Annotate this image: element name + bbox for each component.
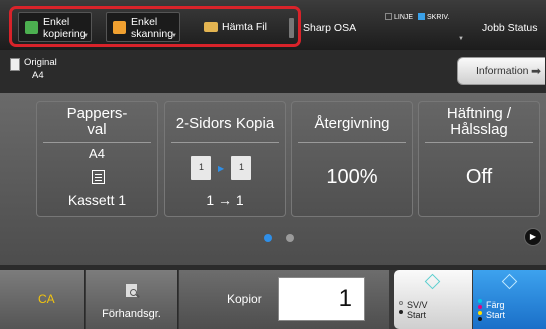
write-status-indicator [418,13,425,20]
tile-divider [171,142,279,143]
next-page-button[interactable]: ▶ [524,228,542,246]
color-start-button[interactable]: Färg Start [473,270,546,329]
color-indicator-icon [478,305,482,309]
tile-title: Häftning / Hålsslag [446,105,512,138]
sharp-osa-button[interactable]: Sharp OSA [303,22,356,34]
status-line: LINJE [385,13,413,21]
tile-subvalue: Kassett 1 [67,192,127,208]
copy-settings-panel: Pappers- val A4 Kassett 1 2-Sidors Kopia… [0,93,546,265]
bottom-bar: CA Förhandsgr. Kopior 1 SV/V Start Färg … [0,270,546,329]
tile-paper-select[interactable]: Pappers- val A4 Kassett 1 [36,101,158,217]
tile-staple-punch[interactable]: Häftning / Hålsslag Off [418,101,540,217]
tile-title: Återgivning [314,115,390,132]
bw-indicator-icon [399,310,403,314]
tile-divider [298,142,406,143]
preview-button[interactable]: Förhandsgr. [86,270,178,329]
document-icon [10,58,20,71]
tile-value: 100% [326,166,378,188]
bw-indicator-icon [399,301,403,305]
bw-start-subtext: Start [407,310,427,320]
chevron-down-icon: ▼ [458,36,464,42]
tile-value: A4 [89,146,105,161]
status-line-label: LINJE [394,14,414,21]
tile-divider [43,142,151,143]
page-dot-active[interactable] [264,234,272,242]
color-start-text: Färg [486,300,505,310]
color-indicator-icon [478,311,482,315]
color-indicator-icon [478,317,482,321]
clear-all-button[interactable]: CA [0,270,85,329]
status-write: SKRIV. [418,13,449,21]
copies-label: Kopior [227,292,262,306]
bw-start-text: SV/V [407,300,428,310]
duplex-icon: 1 ▶ 1 [191,154,261,184]
arrow-right-icon: ➡ [530,64,541,78]
original-setting[interactable]: Original A4 [24,56,57,82]
tile-title: 2-Sidors Kopia [175,115,275,132]
preview-label: Förhandsgr. [102,308,161,320]
line-status-indicator [385,13,392,20]
copies-area: Kopior 1 [179,270,389,329]
original-label: Original [24,57,57,68]
tile-reproduction-ratio[interactable]: Återgivning 100% [291,101,413,217]
bw-start-button[interactable]: SV/V Start [394,270,472,329]
paper-tray-icon [92,170,105,184]
tile-value: 1 → 1 [206,192,244,208]
top-bar: Enkel kopiering ▼ Enkel skanning ▼ Hämta… [0,0,546,50]
clear-all-label: CA [38,292,55,306]
tile-duplex-copy[interactable]: 2-Sidors Kopia 1 ▶ 1 1 → 1 [164,101,286,217]
copies-input[interactable]: 1 [278,277,365,321]
play-icon: ▶ [529,232,537,241]
page-dot[interactable] [286,234,294,242]
information-button[interactable]: Information ➡ [457,57,545,85]
start-diamond-icon [424,273,441,290]
original-size: A4 [32,70,44,81]
information-label: Information [476,65,529,77]
color-start-label: Färg Start [486,300,505,320]
tile-divider [425,142,533,143]
start-diamond-icon [501,273,518,290]
color-indicator-icon [478,299,482,303]
color-start-subtext: Start [486,310,506,320]
tile-value: Off [465,166,493,188]
job-status-button[interactable]: Jobb Status [482,22,537,34]
shortcut-highlight-frame [9,6,301,47]
status-write-label: SKRIV. [427,14,450,21]
bw-start-label: SV/V Start [407,300,428,320]
tile-title: Pappers- val [66,105,128,138]
